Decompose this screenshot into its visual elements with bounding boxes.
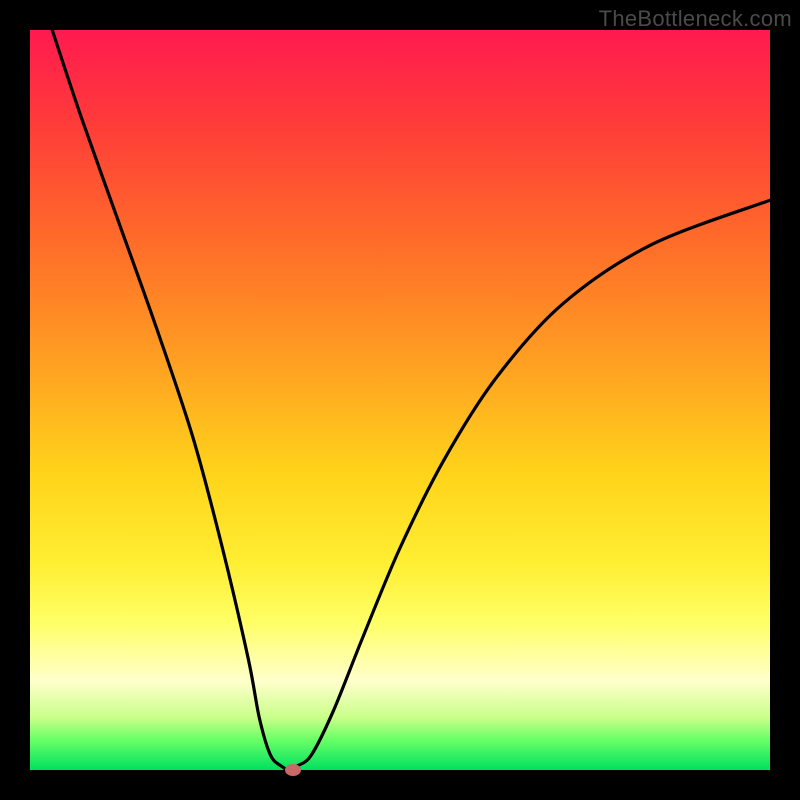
bottleneck-curve-path	[52, 30, 770, 770]
chart-plot-area	[30, 30, 770, 770]
watermark-text: TheBottleneck.com	[599, 6, 792, 32]
optimal-point-marker	[285, 764, 301, 776]
chart-curve-svg	[30, 30, 770, 770]
